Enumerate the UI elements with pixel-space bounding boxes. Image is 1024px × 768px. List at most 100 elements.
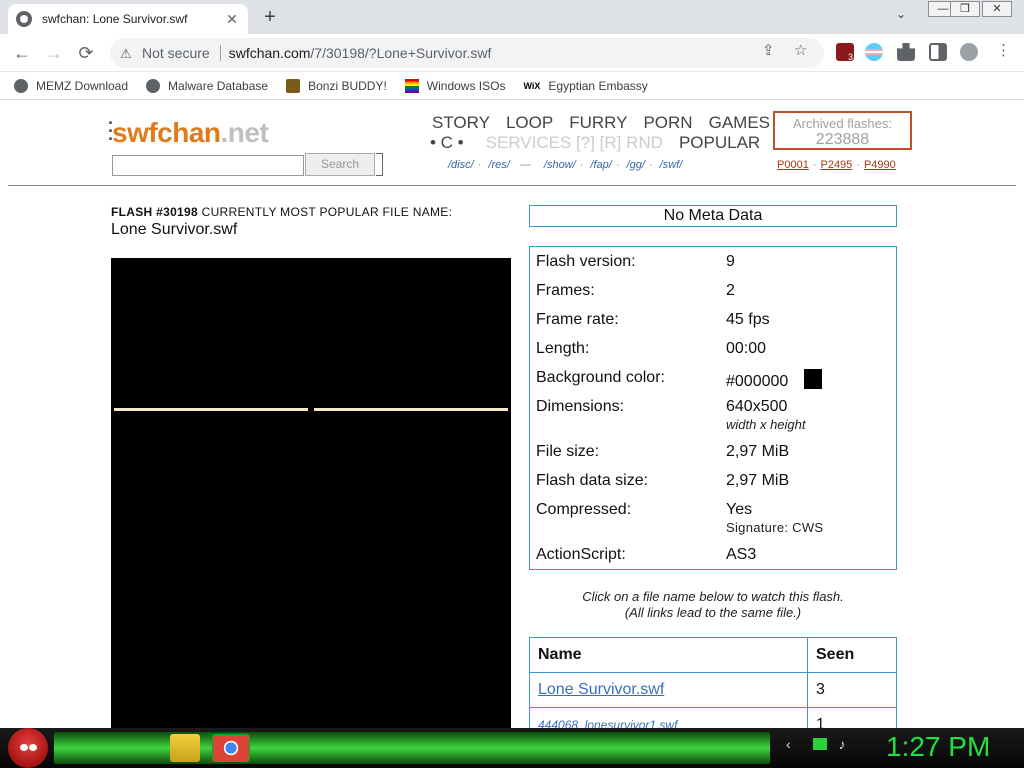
rainbow-flag-icon (404, 78, 419, 93)
file-name-cell: 444068_lonesurvivor1.swf (529, 707, 808, 728)
nav-services[interactable]: SERVICES [?] [R] RND (486, 133, 663, 153)
side-panel-icon[interactable] (929, 43, 947, 61)
address-bar[interactable]: ⚠ Not secure swfchan.com/7/30198/?Lone+S… (110, 38, 824, 68)
globe-icon (14, 78, 28, 93)
omnibox-divider (219, 45, 221, 61)
bookmark-windows-isos[interactable]: Windows ISOs (404, 78, 505, 93)
file-link[interactable]: Lone Survivor.swf (538, 681, 664, 698)
file-link[interactable]: 444068_lonesurvivor1.swf (538, 718, 677, 728)
prop-value: Yes (726, 501, 753, 518)
nav-games[interactable]: GAMES (709, 113, 770, 133)
bookmark-egyptian-embassy[interactable]: WiX Egyptian Embassy (523, 79, 647, 93)
bookmark-label: Bonzi BUDDY! (308, 78, 387, 93)
page-links: P0001 · P2495 · P4990 (777, 159, 896, 171)
site-search-button[interactable]: Search (305, 153, 375, 176)
nav-loop[interactable]: LOOP (506, 113, 553, 133)
nav-popular[interactable]: POPULAR (679, 133, 760, 153)
file-explorer-icon[interactable] (170, 734, 200, 762)
share-icon[interactable]: ⇪ (762, 41, 775, 59)
globe-icon (16, 11, 32, 27)
prop-value: AS3 (726, 546, 757, 563)
restore-button[interactable]: ❐ (950, 1, 980, 17)
site-search-input[interactable] (112, 155, 304, 176)
reload-button[interactable]: ⟳ (74, 41, 98, 65)
board-separator: — (519, 159, 531, 171)
prop-row: Flash version: 9 (536, 253, 896, 282)
close-window-button[interactable]: ✕ (982, 1, 1012, 17)
start-button-angry-bird-icon[interactable] (8, 728, 48, 768)
board-show[interactable]: /show/ (544, 159, 576, 171)
archived-flashes-box: Archived flashes: 223888 (773, 111, 912, 150)
bookmark-bonzi-buddy[interactable]: Bonzi BUDDY! (286, 78, 387, 93)
prop-value: 9 (726, 253, 735, 270)
header-divider (8, 185, 1016, 186)
wix-icon: WiX (523, 80, 541, 91)
prop-row: Length: 00:00 (536, 340, 896, 369)
profile-avatar-icon[interactable] (960, 43, 978, 61)
archived-count: 223888 (815, 131, 870, 148)
click-info-line: (All links lead to the same file.) (624, 605, 802, 620)
bookmark-memz[interactable]: MEMZ Download (14, 78, 128, 93)
bookmark-star-icon[interactable]: ☆ (794, 41, 807, 59)
prop-key: Dimensions: (536, 398, 625, 415)
click-info-line: Click on a file name below to watch this… (582, 589, 844, 604)
table-header-row: Name Seen (529, 637, 897, 673)
new-tab-button[interactable]: + (258, 6, 282, 29)
prop-value: 45 fps (726, 311, 770, 328)
column-header-name: Name (529, 637, 808, 673)
board-gg[interactable]: /gg/ (627, 159, 645, 171)
prop-subtext: width x height (726, 417, 806, 432)
board-swf[interactable]: /swf/ (660, 159, 683, 171)
back-button[interactable]: ← (10, 41, 34, 65)
bookmark-malware-database[interactable]: Malware Database (146, 78, 268, 93)
volume-icon[interactable]: ♪ (838, 736, 845, 752)
nav-story[interactable]: STORY (432, 113, 490, 133)
prop-row: Frames: 2 (536, 282, 896, 311)
network-icon[interactable] (812, 738, 827, 750)
click-instructions: Click on a file name below to watch this… (529, 589, 897, 621)
nav-c[interactable]: • C • (430, 133, 464, 153)
extensions-puzzle-icon[interactable] (897, 43, 915, 61)
board-fap[interactable]: /fap/ (590, 159, 611, 171)
board-links: /disc/· /res/— /show/· /fap/· /gg/· /swf… (448, 159, 683, 171)
page-link-last[interactable]: P4990 (864, 159, 896, 171)
browser-tab[interactable]: swfchan: Lone Survivor.swf ✕ (8, 4, 248, 34)
flash-player[interactable] (111, 258, 511, 728)
chrome-taskbar-icon[interactable] (212, 734, 250, 762)
nav-furry[interactable]: FURRY (569, 113, 627, 133)
taskbar: ‹ ♪ 1:27 PM (0, 728, 1024, 768)
nav-porn[interactable]: PORN (643, 113, 692, 133)
column-header-seen: Seen (807, 637, 897, 673)
prop-row: Compressed: Yes Signature: CWS (536, 501, 896, 546)
board-res[interactable]: /res/ (488, 159, 509, 171)
taskbar-clock[interactable]: 1:27 PM (886, 731, 990, 763)
logo-main-text: swfchan (112, 117, 221, 148)
flag-extension-icon[interactable] (865, 43, 883, 61)
security-label[interactable]: Not secure (142, 45, 210, 61)
site-logo[interactable]: · · · swfchan.net (108, 114, 269, 149)
board-disc[interactable]: /disc/ (448, 159, 474, 171)
prop-key: File size: (536, 443, 600, 460)
prop-value: 2 (726, 282, 735, 299)
meta-data-box: No Meta Data (529, 205, 897, 227)
prop-value: 00:00 (726, 340, 767, 357)
taskbar-green-band (54, 732, 770, 764)
chrome-menu-icon[interactable]: ⋮ (996, 41, 1011, 59)
flash-id: FLASH #30198 (111, 205, 198, 219)
prop-row: ActionScript: AS3 (536, 546, 896, 575)
tab-close-button[interactable]: ✕ (224, 11, 240, 28)
show-hidden-icons-icon[interactable]: ‹ (786, 736, 791, 752)
globe-icon (146, 78, 161, 93)
prop-row: File size: 2,97 MiB (536, 443, 896, 472)
tab-search-button[interactable]: ⌄ (896, 7, 906, 21)
seen-count: 1 (807, 707, 897, 728)
warning-icon[interactable]: ⚠ (120, 46, 134, 61)
page-link-middle[interactable]: P2495 (820, 159, 852, 171)
url-path: /7/30198/?Lone+Survivor.swf (310, 45, 492, 61)
page-link-first[interactable]: P0001 (777, 159, 809, 171)
extension-badge: 3 (847, 52, 853, 62)
flash-file-name: Lone Survivor.swf (111, 221, 238, 238)
ublock-extension-icon[interactable]: 3 (836, 43, 854, 62)
forward-button[interactable]: → (42, 41, 66, 65)
logo-tld-text: .net (220, 117, 269, 148)
